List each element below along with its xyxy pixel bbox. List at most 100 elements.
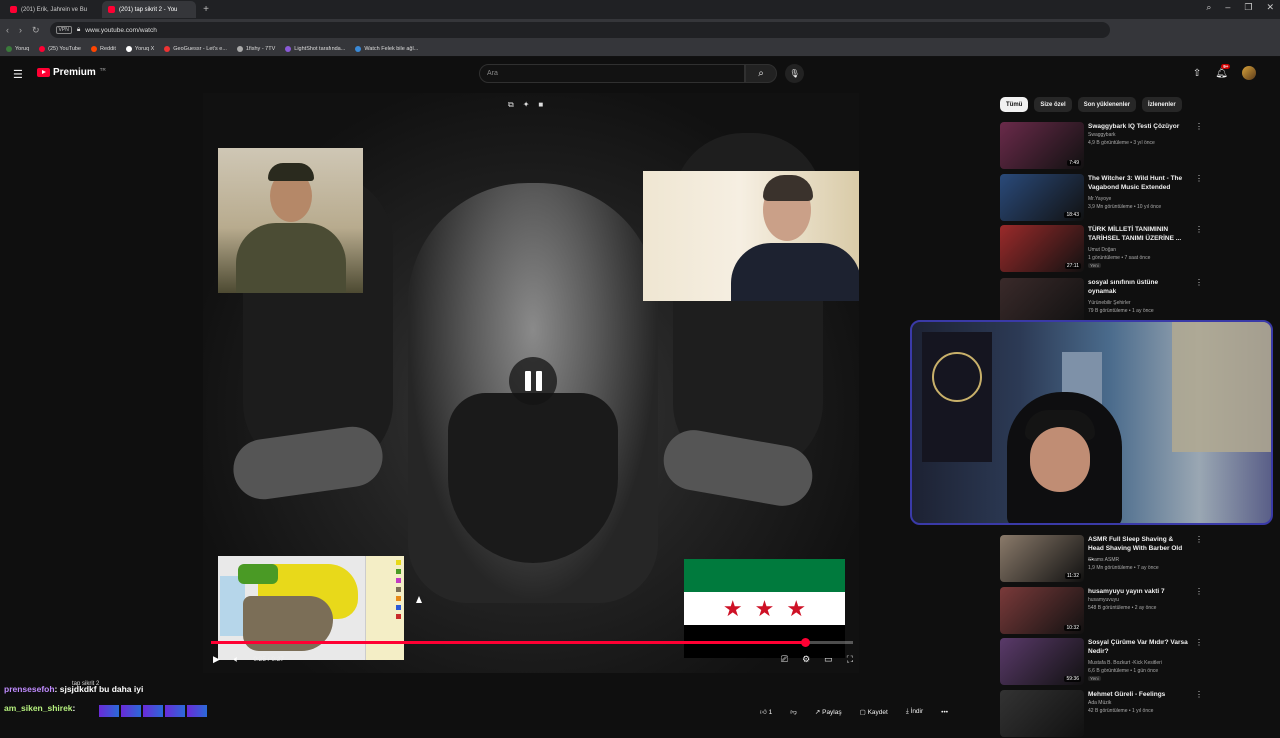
address-bar-row: ‹ › ↻ VPN 🔒︎ www.youtube.com/watch ▣ ◎ ▷… [0,19,1280,51]
video-thumbnail[interactable]: 10:32 [1000,587,1084,634]
emote-icon [99,705,119,717]
video-thumbnail[interactable] [1000,278,1084,325]
fullscreen-icon[interactable]: ⛶ [847,654,853,665]
camera-icon[interactable]: ■ [538,100,543,110]
search-tabs-icon[interactable]: ⌕ [1206,2,1211,13]
more-options-icon[interactable]: ⋮ [1195,587,1203,596]
recommendation-item[interactable]: 7:49 Swaggybark IQ Testi Çözüyor Swaggybar… [1000,122,1203,170]
recommendation-title[interactable]: TÜRK MİLLETİ TANIMININ TARİHSEL TANIMI Ü… [1088,225,1188,244]
miniplayer-icon[interactable]: ⧉ [508,100,514,110]
volume-icon[interactable]: 🔈︎ [234,654,239,665]
bookmark[interactable]: Reddit [91,45,116,52]
bookmark[interactable]: Yoruq [6,45,29,52]
recommendation-item[interactable]: 18:43 The Witcher 3: Wild Hunt - The Vaga… [1000,174,1203,222]
window-controls: ⌕ – ❐ ✕ [1206,2,1274,13]
main-figure-beard [448,393,618,563]
voice-search-button[interactable]: 🎙︎ [785,64,804,83]
dislike-button[interactable]: 👎︎ [790,708,797,716]
video-thumbnail[interactable]: 7:49 [1000,122,1084,169]
more-actions-icon[interactable]: ••• [941,709,948,716]
recommendation-title[interactable]: Mehmet Güreli - Feelings [1088,690,1188,699]
channel-name[interactable]: Shams ASMR [1088,557,1119,563]
save-button[interactable]: ▢ Kaydet [860,708,888,716]
play-icon[interactable]: ▶ [213,654,220,665]
video-thumbnail[interactable]: 11:32 [1000,535,1084,582]
notification-badge: 9+ [1221,63,1231,69]
channel-name[interactable]: husamyuvuyu [1088,597,1119,603]
forward-icon[interactable]: › [19,25,22,36]
video-thumbnail[interactable] [1000,690,1084,737]
reload-icon[interactable]: ↻ [32,25,40,36]
bookmark[interactable]: (25) YouTube [39,45,81,52]
search-input[interactable]: Ara [479,64,745,83]
vpn-badge[interactable]: VPN [55,26,72,34]
channel-name[interactable]: Mustafa B. Bozkurt -Kick Kesitleri [1088,660,1162,666]
recommendation-item[interactable]: 27:11 TÜRK MİLLETİ TANIMININ TARİHSEL TAN… [1000,225,1203,273]
emote-icon [121,705,141,717]
minimize-button[interactable]: – [1225,2,1230,13]
progress-bar[interactable] [211,638,853,647]
upload-icon[interactable]: ⇧ [1193,68,1201,79]
avatar[interactable] [1242,66,1256,80]
recommendation-title[interactable]: Swaggybark IQ Testi Çözüyor [1088,122,1188,131]
more-options-icon[interactable]: ⋮ [1195,638,1203,647]
new-tab-button[interactable]: + [200,4,212,15]
youtube-premium-logo[interactable]: Premium TR [37,67,106,78]
recommendation-item[interactable]: 11:32 ASMR Full Sleep Shaving & Head Shav… [1000,535,1203,583]
more-options-icon[interactable]: ⋮ [1195,690,1203,699]
browser-tab[interactable]: (201) Erik, Jahrein ve Bu [4,1,98,18]
lock-icon[interactable]: 🔒︎ [77,26,80,34]
more-options-icon[interactable]: ⋮ [1195,174,1203,183]
recommendation-item[interactable]: sosyal sınıfının üstüne oynamak Yürünebil… [1000,278,1203,326]
like-button[interactable]: 👍︎ 1 [760,708,772,716]
hamburger-menu-icon[interactable]: ☰ [13,68,23,81]
more-options-icon[interactable]: ⋮ [1195,122,1203,131]
youtube-header: ☰ Premium TR Ara ⌕ 🎙︎ ⇧ 🔔︎ 9+ [0,57,1280,91]
more-options-icon[interactable]: ⋮ [1195,225,1203,234]
settings-gear-icon[interactable]: ⚙ [802,654,810,665]
bookmarks-bar: Yoruq (25) YouTube Reddit Yoruq X GeoGue… [0,41,1280,57]
recommendation-item[interactable]: 10:32 husamyuyu yayın vakti 7 husamyuvuyu 5… [1000,587,1203,635]
close-window-button[interactable]: ✕ [1266,2,1274,13]
channel-name[interactable]: Ada Müzik [1088,700,1111,706]
bookmark[interactable]: GeoGuessr - Let's e... [164,45,227,52]
chip-recently-uploaded[interactable]: Son yüklenenler [1077,97,1137,112]
pause-icon[interactable] [509,357,557,405]
video-thumbnail[interactable]: 18:43 [1000,174,1084,221]
recommendation-title[interactable]: sosyal sınıfının üstüne oynamak [1088,278,1188,297]
bookmark[interactable]: LightShot tarafında... [285,45,345,52]
more-options-icon[interactable]: ⋮ [1195,278,1203,287]
subtitles-icon[interactable]: ⎚ [781,654,788,665]
channel-name[interactable]: Yürünebilir Şehirler [1088,300,1131,306]
bookmark[interactable]: Watch Felek bile ağl... [355,45,418,52]
recommendation-title[interactable]: husamyuyu yayın vakti 7 [1088,587,1188,596]
download-button[interactable]: ⤓ İndir [906,708,923,716]
channel-name[interactable]: Swaggybark [1088,132,1116,138]
bookmark[interactable]: 1fishy - 7TV [236,45,275,52]
theater-mode-icon[interactable]: ▭ [824,654,833,665]
recommendation-item[interactable]: 59:36 Sosyal Çürüme Var Mıdır? Varsa Nedi… [1000,638,1203,686]
search-button[interactable]: ⌕ [745,64,777,83]
chip-all[interactable]: Tümü [1000,97,1029,112]
effects-icon[interactable]: ✦ [523,100,530,110]
more-options-icon[interactable]: ⋮ [1195,535,1203,544]
video-thumbnail[interactable]: 59:36 [1000,638,1084,685]
channel-name[interactable]: Umut Doğan [1088,247,1116,253]
notifications-bell-icon[interactable]: 🔔︎ 9+ [1215,63,1231,79]
recommendation-title[interactable]: The Witcher 3: Wild Hunt - The Vagabond … [1088,174,1188,193]
video-player[interactable]: ⧉ ✦ ■ ★ ★ ★ ▶ 🔈︎ 0:25 / 0:27 ⎚ ⚙ ▭ ⛶ [203,93,859,673]
share-button[interactable]: ↗ Paylaş [815,708,842,716]
streamer-webcam [910,320,1273,525]
video-thumbnail[interactable]: 27:11 [1000,225,1084,272]
recommendation-item[interactable]: Mehmet Güreli - Feelings Ada Müzik 42 B gö… [1000,690,1203,738]
chip-watched[interactable]: İzlenenler [1142,97,1182,112]
browser-tab-active[interactable]: (201) tap sikrit 2 - You [102,1,196,18]
chip-for-you[interactable]: Size özel [1034,97,1072,112]
recommendation-title[interactable]: Sosyal Çürüme Var Mıdır? Varsa Nedir? [1088,638,1188,657]
channel-name[interactable]: Mr.Yayoye [1088,196,1111,202]
chat-message: am_siken_shirek: [4,703,75,713]
back-icon[interactable]: ‹ [6,25,9,36]
maximize-button[interactable]: ❐ [1244,2,1252,13]
url-field[interactable]: VPN 🔒︎ www.youtube.com/watch [49,22,1110,38]
bookmark[interactable]: Yoruq X [125,45,154,52]
